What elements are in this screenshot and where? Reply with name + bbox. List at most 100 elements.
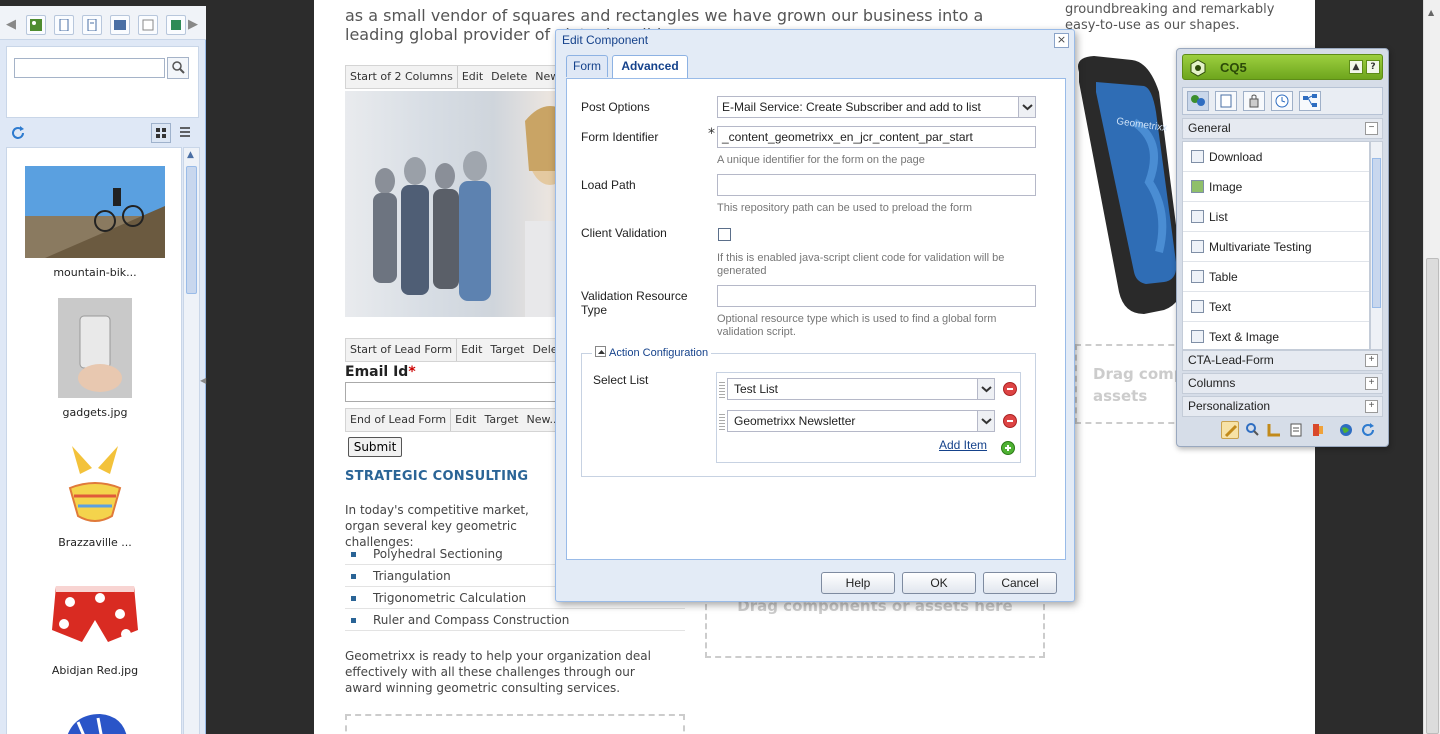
tab-form[interactable]: Form [566, 55, 608, 77]
client-validation-checkbox[interactable] [718, 228, 731, 241]
component-label: Table [1209, 270, 1238, 284]
delete-action[interactable]: Delete [487, 66, 531, 88]
sidekick-header[interactable]: CQ5 ▲ ? [1182, 54, 1383, 80]
scroll-left-arrow-icon[interactable]: ◀ [6, 17, 16, 32]
component-multivariate-testing[interactable]: Multivariate Testing [1183, 232, 1369, 262]
design-mode-ruler-icon[interactable] [1265, 421, 1283, 439]
asset-item[interactable]: Abidjan Red.jpg [7, 580, 181, 677]
edit-action[interactable]: Edit [458, 66, 487, 88]
scaffolding-mode-icon[interactable] [1287, 421, 1305, 439]
fieldset-legend[interactable]: Action Configuration [592, 345, 712, 361]
scrollbar-thumb[interactable] [186, 166, 197, 294]
expand-icon[interactable]: + [1365, 377, 1378, 390]
tab-advanced[interactable]: Advanced [612, 55, 688, 78]
asset-item[interactable]: Brazzaville ... [7, 438, 181, 549]
form-identifier-input[interactable]: _content_geometrixx_en_jcr_content_par_s… [717, 126, 1036, 148]
help-button[interactable]: Help [821, 572, 895, 594]
group-personalization[interactable]: Personalization + [1182, 396, 1383, 417]
movies-tab-icon[interactable] [110, 15, 130, 35]
submit-button[interactable]: Submit [348, 437, 402, 457]
target-action[interactable]: Target [486, 339, 528, 361]
client-context-icon[interactable] [1309, 421, 1327, 439]
load-path-input[interactable] [717, 174, 1036, 196]
email-input[interactable] [345, 382, 557, 402]
component-table[interactable]: Table [1183, 262, 1369, 292]
images-tab-icon[interactable] [26, 15, 46, 35]
paragraphs-tab-icon[interactable] [138, 15, 158, 35]
thumbnail-view-button[interactable] [151, 123, 171, 143]
list-select[interactable]: Geometrixx Newsletter [727, 410, 995, 432]
asset-list-scrollbar[interactable]: ▲ [183, 147, 200, 734]
list-view-button[interactable] [176, 123, 196, 143]
website-admin-globe-icon[interactable] [1337, 421, 1355, 439]
edit-action[interactable]: Edit [451, 409, 480, 431]
workflow-tab-icon[interactable] [1299, 91, 1321, 111]
add-item-link[interactable]: Add Item [939, 438, 987, 452]
delete-action[interactable]: Delete [528, 339, 556, 361]
dropdown-trigger[interactable] [977, 379, 994, 399]
add-item-icon[interactable] [1001, 441, 1015, 455]
close-button[interactable]: × [1054, 33, 1069, 48]
new-action[interactable]: New... [522, 409, 556, 431]
expand-icon[interactable]: + [1365, 354, 1378, 367]
validation-resource-input[interactable] [717, 285, 1036, 307]
refresh-icon[interactable] [1359, 421, 1377, 439]
hero-image[interactable] [345, 91, 557, 317]
collapse-icon[interactable]: − [1365, 122, 1378, 135]
drag-handle-icon[interactable] [719, 380, 725, 398]
scroll-right-arrow-icon[interactable]: ▶ [188, 17, 198, 32]
scroll-up-arrow-icon[interactable]: ▲ [1428, 8, 1434, 17]
component-text-image[interactable]: Text & Image [1183, 322, 1369, 349]
search-button[interactable] [167, 57, 189, 79]
scrollbar-thumb[interactable] [1426, 258, 1439, 734]
component-download[interactable]: Download [1183, 142, 1369, 172]
asset-item[interactable]: gadgets.jpg [7, 298, 181, 419]
edit-bar-label: Start of 2 Columns [346, 66, 458, 88]
page-tab-icon[interactable] [82, 15, 102, 35]
validation-resource-label: Validation Resource Type [581, 289, 688, 317]
scrollbar-thumb[interactable] [1372, 158, 1381, 308]
versioning-tab-icon[interactable] [1271, 91, 1293, 111]
asset-item[interactable] [7, 710, 181, 734]
refresh-icon[interactable] [10, 125, 26, 141]
edit-mode-pencil-icon[interactable] [1221, 421, 1239, 439]
preview-mode-magnifier-icon[interactable] [1243, 421, 1261, 439]
information-tab-icon[interactable] [1243, 91, 1265, 111]
sidekick-title: CQ5 [1220, 60, 1247, 75]
edit-action[interactable]: Edit [457, 339, 486, 361]
component-image[interactable]: Image [1183, 172, 1369, 202]
expand-icon[interactable]: + [1365, 400, 1378, 413]
page-tab-icon[interactable] [1215, 91, 1237, 111]
splitter-handle-icon[interactable]: ◀ [200, 376, 206, 385]
closing-text: Geometrixx is ready to help your organiz… [345, 649, 651, 695]
ok-button[interactable]: OK [902, 572, 976, 594]
window-scrollbar[interactable]: ▲ [1423, 0, 1440, 734]
group-general[interactable]: General − [1182, 118, 1383, 139]
collapse-toggle-icon[interactable] [595, 346, 606, 357]
post-options-select[interactable]: E-Mail Service: Create Subscriber and ad… [717, 96, 1036, 118]
documents-tab-icon[interactable] [54, 15, 74, 35]
component-list-item[interactable]: List [1183, 202, 1369, 232]
remove-item-icon[interactable] [1003, 382, 1017, 396]
help-button[interactable]: ? [1366, 60, 1380, 74]
group-columns[interactable]: Columns + [1182, 373, 1383, 394]
collapse-button[interactable]: ▲ [1349, 60, 1363, 74]
remove-item-icon[interactable] [1003, 414, 1017, 428]
drag-handle-icon[interactable] [719, 412, 725, 430]
products-tab-icon[interactable] [166, 15, 186, 35]
dropdown-trigger[interactable] [977, 411, 994, 431]
finder-search-input[interactable] [14, 58, 165, 78]
component-text[interactable]: Text [1183, 292, 1369, 322]
dropdown-trigger[interactable] [1018, 97, 1035, 117]
list-select[interactable]: Test List [727, 378, 995, 400]
components-tab-icon[interactable] [1187, 91, 1209, 111]
component-label: Text & Image [1209, 330, 1280, 344]
target-action[interactable]: Target [480, 409, 522, 431]
asset-caption: mountain-bik... [53, 266, 137, 279]
group-cta-lead-form[interactable]: CTA-Lead-Form + [1182, 350, 1383, 371]
cancel-button[interactable]: Cancel [983, 572, 1057, 594]
component-list-scrollbar[interactable] [1370, 141, 1383, 350]
dropzone-bottom[interactable] [345, 714, 685, 734]
scroll-up-arrow-icon[interactable]: ▲ [187, 150, 194, 160]
asset-item[interactable]: mountain-bik... [7, 166, 181, 279]
